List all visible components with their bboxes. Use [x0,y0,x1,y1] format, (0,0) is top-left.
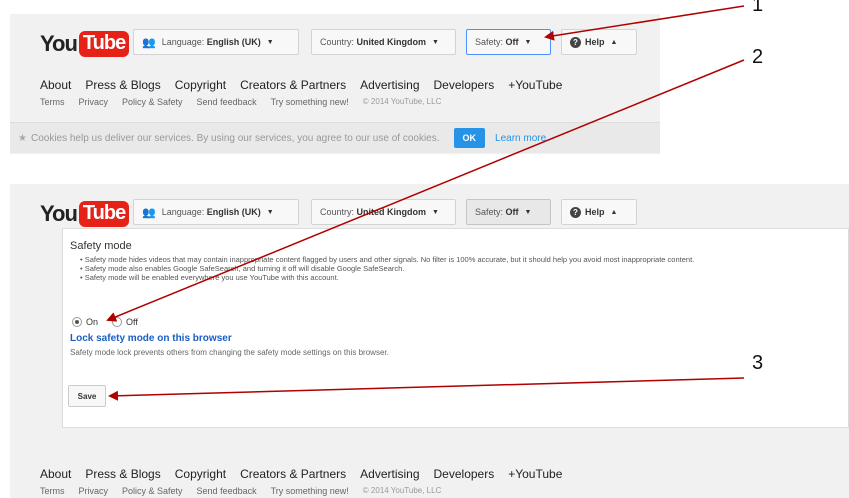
annotation-arrow-2 [106,59,745,322]
annotation-arrow-1 [544,5,745,41]
annotation-arrows [106,5,745,401]
annotation-number-1: 1 [752,0,764,16]
annotation-arrow-3 [108,377,745,401]
annotation-number-3: 3 [752,352,764,374]
annotation-number-2: 2 [752,46,764,68]
